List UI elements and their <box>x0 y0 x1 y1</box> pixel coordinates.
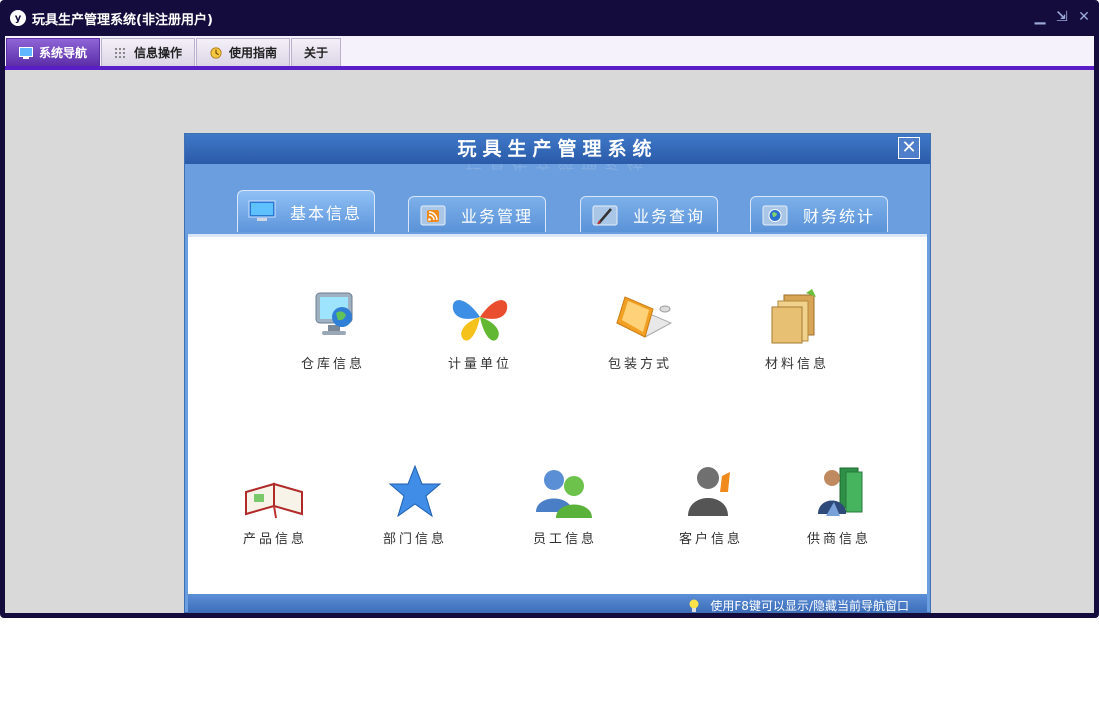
module-product-info[interactable]: 产品信息 <box>220 462 330 547</box>
app-logo-icon: y <box>10 10 26 26</box>
menu-tab-label: 系统导航 <box>39 46 88 60</box>
supplier-icon <box>818 467 863 516</box>
grid-icon <box>115 47 126 58</box>
dialog-titlebar[interactable]: 玩具生产管理系统 ✕ <box>185 134 930 164</box>
category-tab-label: 业务管理 <box>461 206 534 226</box>
navigation-dialog: 玩具生产管理系统 ✕ 玩具生产管理系统 基本信息 业务管理 <box>184 133 931 613</box>
module-employee-info[interactable]: 员工信息 <box>510 462 620 547</box>
module-label: 产品信息 <box>242 532 307 547</box>
folders-icon <box>771 289 816 344</box>
module-panel: 仓库信息 计量单位 包装方式 材料信息 产品信息 部门信息 员工信息 客户信息 … <box>188 234 927 594</box>
menu-tab-user-guide[interactable]: 使用指南 <box>196 38 291 66</box>
menu-tab-system-nav[interactable]: 系统导航 <box>6 38 101 66</box>
minimize-icon[interactable]: ▁ <box>1033 9 1047 25</box>
module-packaging-method[interactable]: 包装方式 <box>585 287 695 372</box>
dialog-close-button[interactable]: ✕ <box>898 137 920 159</box>
category-tab-finance-stats[interactable]: 财务统计 <box>750 196 888 232</box>
menu-tab-label: 信息操作 <box>134 46 183 60</box>
customer-icon <box>688 467 730 516</box>
module-warehouse-info[interactable]: 仓库信息 <box>278 287 388 372</box>
category-tab-label: 业务查询 <box>633 206 706 226</box>
menu-tab-info-ops[interactable]: 信息操作 <box>101 38 196 66</box>
butterfly-icon <box>452 300 508 341</box>
star-icon <box>388 464 442 518</box>
module-supplier-info[interactable]: 供商信息 <box>784 462 894 547</box>
menu-tab-label: 使用指南 <box>229 46 278 60</box>
menu-tab-about[interactable]: 关于 <box>291 38 342 66</box>
menubar: 系统导航 信息操作 使用指南 关于 <box>5 36 1094 66</box>
users-icon <box>536 470 592 518</box>
module-customer-info[interactable]: 客户信息 <box>656 462 766 547</box>
dialog-title-reflection: 玩具生产管理系统 <box>185 164 930 176</box>
menu-tab-label: 关于 <box>304 46 329 60</box>
status-hint: 使用F8键可以显示/隐藏当前导航窗口 <box>688 597 909 613</box>
window-titlebar[interactable]: y 玩具生产管理系统(非注册用户) ▁ ⇲ ✕ <box>0 0 1099 36</box>
module-label: 仓库信息 <box>300 357 365 372</box>
monitor-icon <box>19 46 33 59</box>
module-label: 客户信息 <box>678 532 743 547</box>
globe-monitor-icon <box>315 292 353 335</box>
window-controls: ▁ ⇲ ✕ <box>1033 9 1091 25</box>
category-tab-label: 财务统计 <box>803 206 876 226</box>
window-title: 玩具生产管理系统(非注册用户) <box>32 12 213 28</box>
module-material-info[interactable]: 材料信息 <box>742 287 852 372</box>
module-department-info[interactable]: 部门信息 <box>360 462 470 547</box>
module-label: 员工信息 <box>532 532 597 547</box>
clock-icon <box>210 46 222 59</box>
category-tab-business-mgmt[interactable]: 业务管理 <box>408 196 546 232</box>
monitor-icon <box>248 200 276 221</box>
module-label: 计量单位 <box>447 357 512 372</box>
module-label: 包装方式 <box>607 357 672 372</box>
dialog-status-bar: 使用F8键可以显示/隐藏当前导航窗口 <box>188 594 927 613</box>
rss-folder-icon <box>420 205 446 225</box>
globe-folder-icon <box>762 205 788 225</box>
category-tab-label: 基本信息 <box>290 203 363 223</box>
pen-folder-icon <box>592 205 618 225</box>
light-bulb-icon <box>689 599 699 612</box>
module-unit-of-measure[interactable]: 计量单位 <box>425 287 535 372</box>
close-icon[interactable]: ✕ <box>1077 9 1091 25</box>
laptop-icon <box>615 296 673 338</box>
category-tab-basic-info[interactable]: 基本信息 <box>237 190 375 232</box>
module-label: 部门信息 <box>382 532 447 547</box>
restore-icon[interactable]: ⇲ <box>1055 9 1069 25</box>
app-window: y 玩具生产管理系统(非注册用户) ▁ ⇲ ✕ 系统导航 信息操作 使用指南 关… <box>0 0 1099 618</box>
module-label: 供商信息 <box>806 532 871 547</box>
category-tab-business-query[interactable]: 业务查询 <box>580 196 718 232</box>
dialog-title: 玩具生产管理系统 <box>457 138 658 160</box>
module-label: 材料信息 <box>764 357 829 372</box>
open-book-icon <box>245 482 303 519</box>
status-hint-text: 使用F8键可以显示/隐藏当前导航窗口 <box>710 599 909 613</box>
